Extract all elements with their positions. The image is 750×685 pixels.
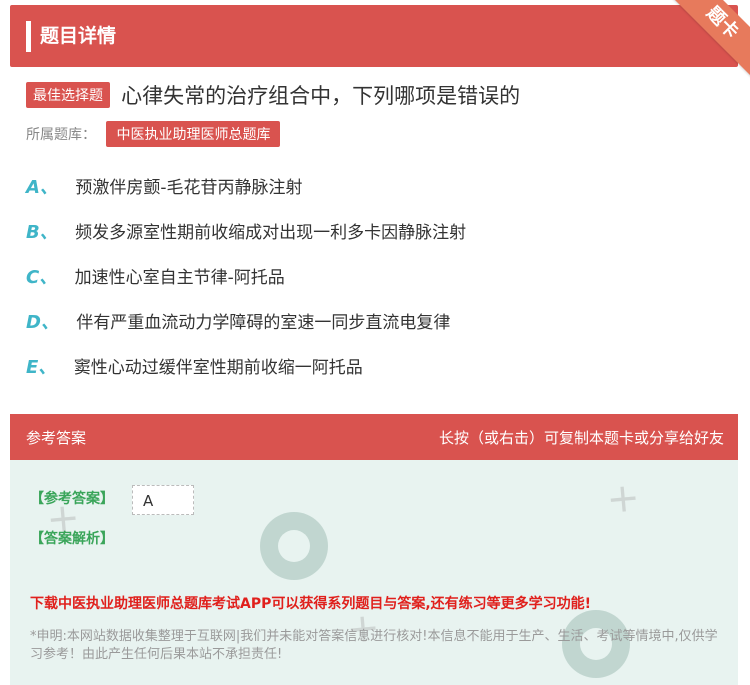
option-letter: A、	[26, 177, 58, 198]
option-b[interactable]: B、 频发多源室性期前收缩成对出现一利多卡因静脉注射	[26, 221, 466, 245]
download-app-link[interactable]: 下载中医执业助理医师总题库考试APP可以获得系列题目与答案,还有练习等更多学习功…	[30, 593, 591, 613]
answer-value: A	[132, 485, 194, 515]
watermark-logo-icon	[260, 512, 328, 580]
option-letter: D、	[26, 312, 59, 333]
option-e[interactable]: E、 窦性心动过缓伴室性期前收缩一阿托品	[26, 356, 363, 380]
option-text: 伴有严重血流动力学障碍的室速一同步直流电复律	[76, 313, 451, 333]
option-text: 频发多源室性期前收缩成对出现一利多卡因静脉注射	[75, 223, 467, 243]
option-letter: C、	[26, 267, 58, 288]
option-text: 预激伴房颤-毛花苷丙静脉注射	[75, 178, 303, 198]
bank-name-link[interactable]: 中医执业助理医师总题库	[106, 121, 281, 147]
header-accent-bar	[26, 21, 31, 52]
page-title: 题目详情	[40, 25, 117, 47]
question-text: 心律失常的治疗组合中，下列哪项是错误的	[121, 84, 521, 108]
option-a[interactable]: A、 预激伴房颤-毛花苷丙静脉注射	[26, 176, 302, 200]
answer-section-body: ✕ ✕ ✕ 【参考答案】 A 【答案解析】 下载中医执业助理医师总题库考试APP…	[10, 460, 738, 685]
analysis-label: 【答案解析】	[30, 531, 114, 547]
option-text: 窦性心动过缓伴室性期前收缩一阿托品	[73, 358, 363, 378]
answer-label: 【参考答案】	[30, 491, 114, 507]
ribbon-badge: 题卡	[667, 0, 750, 78]
question-bank-line: 所属题库： 中医执业助理医师总题库	[26, 121, 281, 147]
share-hint: 长按（或右击）可复制本题卡或分享给好友	[438, 429, 724, 447]
question-type-tag: 最佳选择题	[26, 82, 110, 108]
answer-section-header: 参考答案 长按（或右击）可复制本题卡或分享给好友	[10, 414, 738, 460]
option-text: 加速性心室自主节律-阿托品	[74, 268, 285, 288]
watermark-icon: ✕	[599, 476, 649, 524]
option-letter: B、	[26, 222, 58, 243]
option-letter: E、	[26, 357, 57, 378]
option-d[interactable]: D、 伴有严重血流动力学障碍的室速一同步直流电复律	[26, 311, 450, 335]
disclaimer-text: *申明:本网站数据收集整理于互联网|我们并未能对答案信息进行核对!本信息不能用于…	[30, 629, 718, 662]
page-header: 题目详情	[10, 5, 738, 67]
bank-label: 所属题库：	[26, 127, 96, 143]
ribbon-corner: 题卡	[658, 0, 750, 80]
option-c[interactable]: C、 加速性心室自主节律-阿托品	[26, 266, 285, 290]
answer-section-title: 参考答案	[26, 429, 87, 447]
question-line: 最佳选择题 心律失常的治疗组合中，下列哪项是错误的	[26, 80, 520, 110]
